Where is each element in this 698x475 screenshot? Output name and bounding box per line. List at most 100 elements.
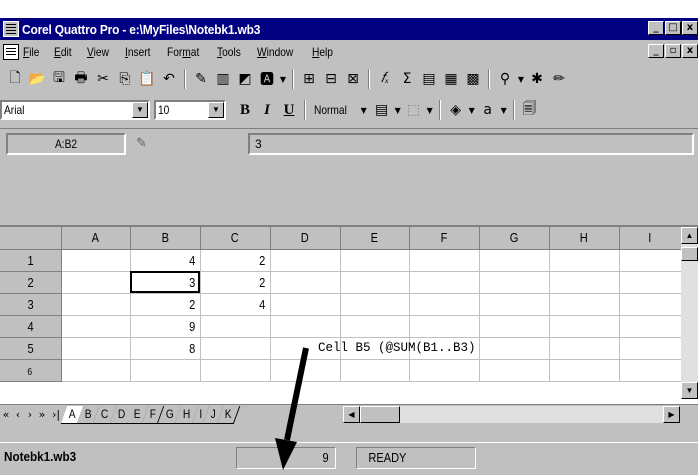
column-header-c[interactable]: C — [200, 227, 271, 250]
text-box-icon[interactable]: 🅰 — [256, 68, 278, 90]
cell-c3[interactable]: 4 — [200, 293, 271, 316]
cell-e1[interactable] — [340, 249, 410, 272]
row-header[interactable]: 4 — [0, 315, 62, 338]
cell-a1[interactable] — [61, 249, 131, 272]
cell-b1[interactable]: 4 — [130, 249, 201, 272]
cell-d4[interactable] — [270, 315, 341, 338]
pencil-edit-icon[interactable]: ✎ — [136, 135, 147, 151]
row-header[interactable]: 3 — [0, 293, 62, 316]
column-header-a[interactable]: A — [61, 227, 131, 250]
scroll-thumb[interactable] — [360, 406, 400, 423]
pencil-icon[interactable]: ✏ — [548, 68, 570, 90]
cell-a6[interactable] — [61, 359, 131, 382]
experts-icon[interactable]: ✱ — [526, 68, 548, 90]
cell-f2[interactable] — [409, 271, 480, 294]
cell-a4[interactable] — [61, 315, 131, 338]
cell-f1[interactable] — [409, 249, 480, 272]
cell-e4[interactable] — [340, 315, 410, 338]
font-size-combo[interactable]: 10 ▼ — [154, 100, 226, 120]
column-header-i[interactable]: I — [619, 227, 682, 250]
italic-button[interactable]: I — [256, 99, 278, 121]
new-document-icon[interactable]: 🗋 — [4, 68, 26, 90]
cell-h4[interactable] — [549, 315, 620, 338]
chevron-down-icon[interactable]: ▼ — [208, 102, 224, 118]
chart-icon[interactable]: ▥ — [212, 68, 234, 90]
menu-window[interactable]: Window — [257, 45, 293, 59]
cell-g1[interactable] — [479, 249, 550, 272]
select-all-corner[interactable] — [0, 227, 62, 250]
paste-clipboard-icon[interactable]: 📋 — [136, 68, 158, 90]
font-name-combo[interactable]: Arial ▼ — [0, 100, 150, 120]
cell-d2[interactable] — [270, 271, 341, 294]
row-header[interactable]: 5 — [0, 337, 62, 360]
cell-d3[interactable] — [270, 293, 341, 316]
map-icon[interactable]: ◩ — [234, 68, 256, 90]
menu-tools[interactable]: Tools — [217, 45, 241, 59]
dropdown-arrow-icon[interactable]: ▼ — [516, 68, 526, 90]
cell-b5[interactable]: 8 — [130, 337, 201, 360]
dropdown-arrow-icon[interactable]: ▼ — [499, 99, 509, 121]
style-combo[interactable]: Normal — [314, 103, 347, 117]
menu-help[interactable]: Help — [312, 45, 333, 59]
column-header-e[interactable]: E — [340, 227, 410, 250]
horizontal-scrollbar[interactable]: ◀ ▶ — [343, 406, 680, 423]
dropdown-arrow-icon[interactable]: ▼ — [393, 99, 403, 121]
cell-i2[interactable] — [619, 271, 682, 294]
cell-i5[interactable] — [619, 337, 682, 360]
menu-view[interactable]: View — [87, 45, 109, 59]
cell-e2[interactable] — [340, 271, 410, 294]
cell-a2[interactable] — [61, 271, 131, 294]
cell-i3[interactable] — [619, 293, 682, 316]
menu-edit[interactable]: Edit — [54, 45, 72, 59]
dropdown-arrow-icon[interactable]: ▼ — [467, 99, 477, 121]
table-format-icon[interactable]: ▦ — [440, 68, 462, 90]
fit-columns-icon[interactable]: ⊠ — [342, 68, 364, 90]
cell-c6[interactable] — [200, 359, 271, 382]
undo-icon[interactable]: ↶ — [158, 68, 180, 90]
cell-c5[interactable] — [200, 337, 271, 360]
delete-cells-icon[interactable]: ⊟ — [320, 68, 342, 90]
cell-c2[interactable]: 2 — [200, 271, 271, 294]
fill-color-icon[interactable]: ◈ — [445, 99, 467, 121]
cell-f3[interactable] — [409, 293, 480, 316]
cell-d6[interactable] — [270, 359, 341, 382]
cell-e3[interactable] — [340, 293, 410, 316]
grid-icon[interactable]: ▩ — [462, 68, 484, 90]
cell-i1[interactable] — [619, 249, 682, 272]
chevron-down-icon[interactable]: ▼ — [132, 102, 148, 118]
cell-b2-active[interactable]: 3 — [130, 271, 201, 294]
scroll-right-icon[interactable]: ▶ — [663, 406, 680, 423]
document-icon[interactable] — [3, 44, 19, 60]
row-header[interactable]: 6 — [0, 359, 62, 382]
column-header-f[interactable]: F — [409, 227, 480, 250]
quicksum-icon[interactable]: ▤ — [418, 68, 440, 90]
column-header-d[interactable]: D — [270, 227, 341, 250]
first-sheet-icon[interactable]: « — [0, 408, 12, 421]
border-icon[interactable]: ⬚ — [403, 99, 425, 121]
cell-b3[interactable]: 2 — [130, 293, 201, 316]
maximize-button[interactable]: □ — [665, 21, 681, 35]
copy-icon[interactable]: ⎘ — [114, 68, 136, 90]
dropdown-arrow-icon[interactable]: ▼ — [425, 99, 435, 121]
bold-button[interactable]: B — [234, 99, 256, 121]
cell-h5[interactable] — [549, 337, 620, 360]
cell-b6[interactable] — [130, 359, 201, 382]
cell-reference-box[interactable]: A:B2 — [6, 133, 126, 155]
menu-insert[interactable]: Insert — [125, 45, 151, 59]
cell-g2[interactable] — [479, 271, 550, 294]
cell-d1[interactable] — [270, 249, 341, 272]
scroll-up-icon[interactable]: ▲ — [681, 227, 698, 244]
text-color-icon[interactable]: a — [477, 99, 499, 121]
cell-f4[interactable] — [409, 315, 480, 338]
cell-f6[interactable] — [409, 359, 480, 382]
column-header-h[interactable]: H — [549, 227, 620, 250]
last-sheet-icon[interactable]: » — [36, 408, 48, 421]
cell-content-input[interactable]: 3 — [248, 133, 694, 155]
cell-h3[interactable] — [549, 293, 620, 316]
cell-a5[interactable] — [61, 337, 131, 360]
cell-a3[interactable] — [61, 293, 131, 316]
menu-file[interactable]: File — [23, 45, 39, 59]
function-icon[interactable]: 𝑓ₓ — [374, 68, 396, 90]
column-header-g[interactable]: G — [479, 227, 550, 250]
minimize-button[interactable]: _ — [648, 21, 664, 35]
